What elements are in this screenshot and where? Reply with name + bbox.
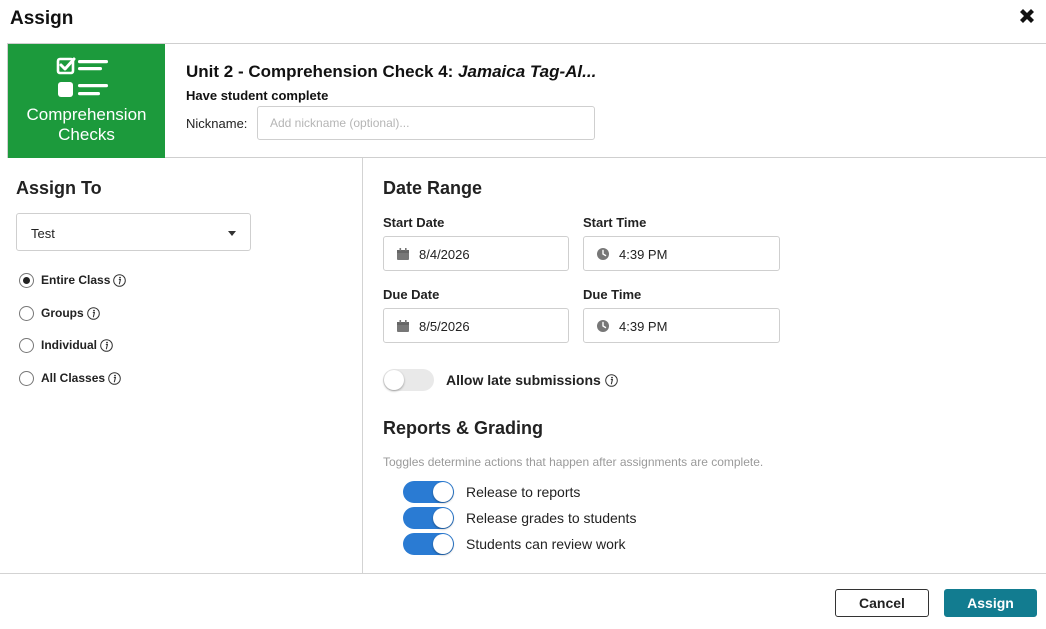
assignment-title: Unit 2 - Comprehension Check 4: Jamaica … (186, 62, 596, 82)
radio-label: All Classes (41, 371, 106, 385)
radio-label: Entire Class (41, 273, 111, 287)
nickname-label: Nickname: (186, 116, 248, 131)
start-date-field[interactable]: 8/4/2026 (383, 236, 569, 271)
assignment-title-text: Unit 2 - Comprehension Check 4: (186, 62, 459, 81)
calendar-icon (397, 248, 409, 260)
clock-icon (597, 248, 609, 260)
assignment-header: Comprehension Checks Unit 2 - Comprehens… (7, 43, 1046, 158)
release-to-reports-label: Release to reports (466, 484, 581, 500)
checklist-icon (56, 57, 108, 97)
toggle-knob (433, 534, 453, 554)
radio-button[interactable] (19, 305, 34, 321)
due-date-value: 8/5/2026 (419, 319, 470, 334)
allow-late-toggle[interactable] (383, 369, 434, 391)
class-select-value: Test (31, 226, 55, 241)
close-x-icon (1020, 9, 1034, 23)
radio-button[interactable] (19, 337, 34, 353)
class-select[interactable]: Test (16, 213, 251, 251)
due-date-field[interactable]: 8/5/2026 (383, 308, 569, 343)
caret-down-icon (228, 231, 236, 236)
have-student-complete-label: Have student complete (186, 88, 329, 103)
nickname-input[interactable] (257, 106, 595, 140)
start-date-value: 8/4/2026 (419, 247, 470, 262)
assignment-title-italic: Jamaica Tag-Al... (458, 62, 597, 81)
radio-button[interactable] (19, 272, 34, 288)
release-grades-label: Release grades to students (466, 510, 637, 526)
radio-all-classes[interactable]: All Classes (19, 369, 121, 387)
info-icon[interactable] (605, 373, 618, 387)
close-button[interactable] (1014, 5, 1040, 31)
radio-groups[interactable]: Groups (19, 304, 100, 322)
info-icon[interactable] (113, 273, 127, 287)
review-work-label: Students can review work (466, 536, 626, 552)
assign-to-heading: Assign To (16, 178, 102, 198)
radio-entire-class[interactable]: Entire Class (19, 271, 127, 289)
cancel-button[interactable]: Cancel (835, 589, 929, 617)
allow-late-text: Allow late submissions (446, 372, 601, 388)
info-icon[interactable] (86, 306, 100, 320)
assign-button[interactable]: Assign (944, 589, 1037, 617)
calendar-icon (397, 320, 409, 332)
info-icon[interactable] (108, 371, 121, 385)
logo-line-2: Checks (58, 125, 115, 144)
footer-divider (0, 573, 1046, 574)
reports-hint: Toggles determine actions that happen af… (383, 455, 764, 469)
review-work-toggle[interactable] (403, 533, 454, 555)
toggle-knob (384, 370, 404, 390)
dialog-title: Assign (10, 8, 74, 29)
start-time-field[interactable]: 4:39 PM (583, 236, 780, 271)
column-divider (362, 158, 363, 573)
toggle-knob (433, 482, 453, 502)
allow-late-label: Allow late submissions (446, 372, 618, 388)
due-time-value: 4:39 PM (619, 319, 668, 334)
due-time-field[interactable]: 4:39 PM (583, 308, 780, 343)
reports-grading-heading: Reports & Grading (383, 418, 544, 438)
start-date-label: Start Date (383, 215, 445, 230)
dialog-title-bar: Assign (0, 0, 1046, 44)
toggle-knob (433, 508, 453, 528)
due-date-label: Due Date (383, 287, 440, 302)
start-time-value: 4:39 PM (619, 247, 668, 262)
radio-button[interactable] (19, 370, 34, 386)
logo-line-1: Comprehension (26, 105, 147, 124)
due-time-label: Due Time (583, 287, 642, 302)
start-time-label: Start Time (583, 215, 647, 230)
comprehension-checks-logo: Comprehension Checks (8, 44, 165, 158)
radio-label: Individual (41, 338, 98, 352)
release-to-reports-toggle[interactable] (403, 481, 454, 503)
radio-individual[interactable]: Individual (19, 336, 113, 354)
logo-text: Comprehension Checks (8, 105, 165, 145)
date-range-heading: Date Range (383, 178, 483, 198)
info-icon[interactable] (100, 338, 113, 352)
assign-dialog: Assign Comprehension Checks Unit 2 - Com… (0, 0, 1046, 629)
radio-label: Groups (41, 306, 84, 320)
release-grades-toggle[interactable] (403, 507, 454, 529)
clock-icon (597, 320, 609, 332)
